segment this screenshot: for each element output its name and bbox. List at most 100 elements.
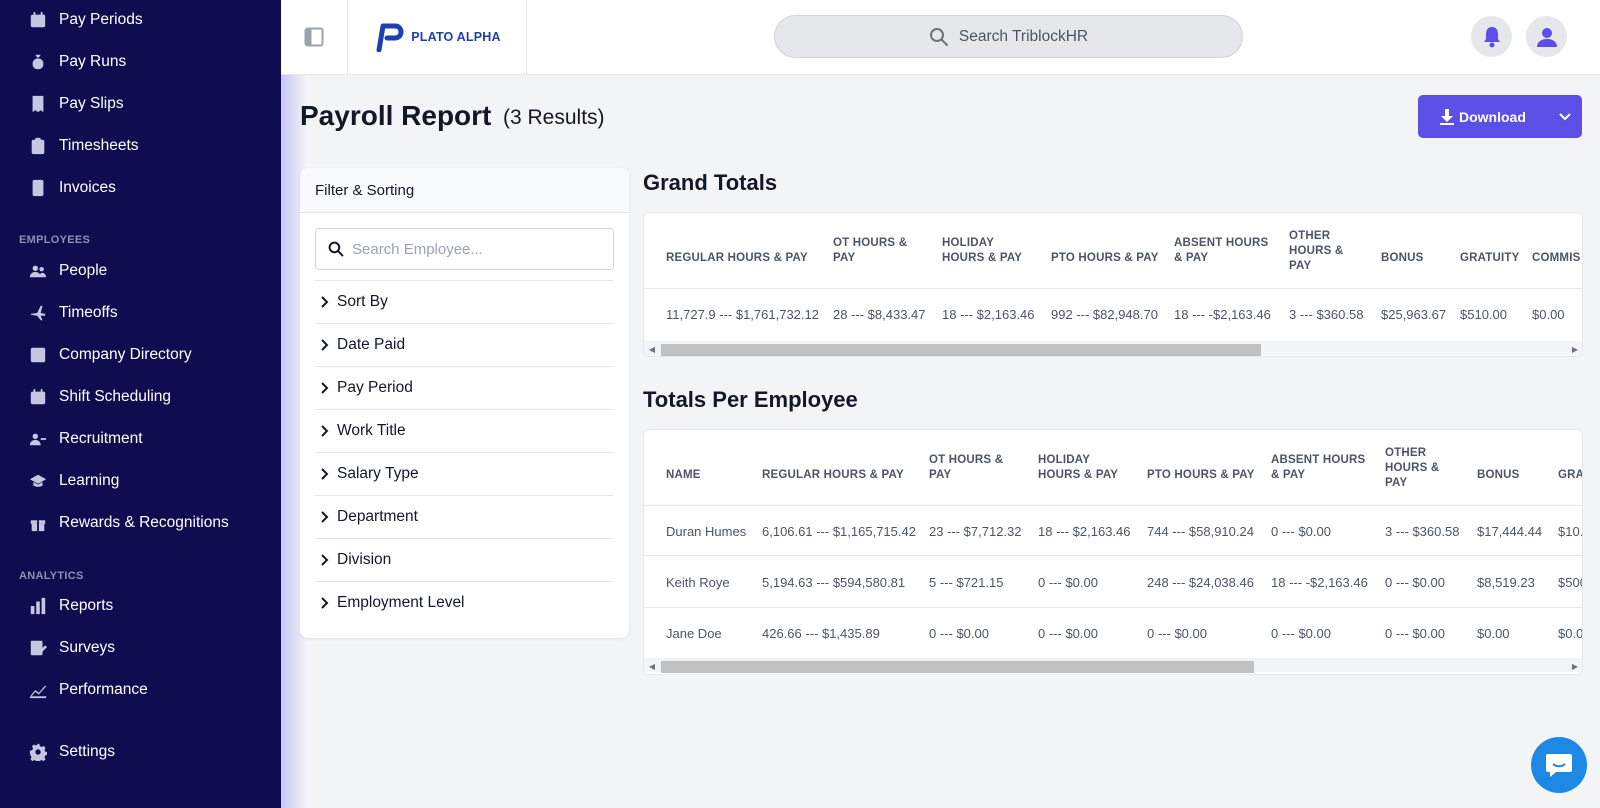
panel-toggle-button[interactable] xyxy=(281,0,348,74)
download-main[interactable]: Download xyxy=(1418,95,1548,138)
horizontal-scrollbar[interactable]: ◀ ▶ xyxy=(644,341,1582,356)
chevron-right-icon xyxy=(321,511,329,523)
sidebar-item-learning[interactable]: Learning xyxy=(0,461,281,501)
sidebar-item-label: Pay Periods xyxy=(59,11,143,28)
user-avatar-button[interactable] xyxy=(1526,16,1567,57)
download-options-button[interactable] xyxy=(1548,95,1582,138)
table-cell: 0 --- $0.00 xyxy=(1385,575,1445,590)
calendar-icon xyxy=(28,10,48,30)
table-cell: 0 --- $0.00 xyxy=(1385,626,1445,641)
chevron-right-icon xyxy=(321,554,329,566)
column-header: OTHER HOURS & PAY xyxy=(1289,230,1344,272)
table-cell: $510.00 xyxy=(1460,307,1507,322)
sidebar-item-label: Recruitment xyxy=(59,430,143,447)
chevron-down-icon xyxy=(1559,112,1571,120)
column-header: GRATUITY xyxy=(1460,252,1520,264)
sidebar-item-surveys[interactable]: Surveys xyxy=(0,628,281,668)
filter-division[interactable]: Division xyxy=(315,538,614,581)
sidebar-item-pay-runs[interactable]: Pay Runs xyxy=(0,42,281,82)
notifications-button[interactable] xyxy=(1471,16,1512,57)
filter-pay-period[interactable]: Pay Period xyxy=(315,366,614,409)
horizontal-scrollbar[interactable]: ◀ ▶ xyxy=(644,658,1582,673)
row-divider xyxy=(644,607,1582,608)
sidebar-item-label: Performance xyxy=(59,681,148,698)
per-employee-table: NAME REGULAR HOURS & PAY OT HOURS & PAY … xyxy=(643,429,1583,675)
scroll-left-arrow[interactable]: ◀ xyxy=(647,660,657,672)
search-icon xyxy=(929,27,948,46)
table-cell: 3 --- $360.58 xyxy=(1385,524,1460,539)
sidebar-item-label: Pay Runs xyxy=(59,53,127,70)
section-analytics: ANALYTICS xyxy=(19,570,84,582)
filter-date-paid[interactable]: Date Paid xyxy=(315,323,614,366)
sidebar-item-shift-scheduling[interactable]: Shift Scheduling xyxy=(0,377,281,417)
scroll-thumb[interactable] xyxy=(661,344,1261,356)
column-header: OTHER HOURS & PAY xyxy=(1385,447,1440,489)
receipt-icon xyxy=(28,94,48,114)
chat-support-button[interactable] xyxy=(1531,737,1587,793)
page-title: Payroll Report xyxy=(300,100,492,131)
table-cell: 0 --- $0.00 xyxy=(929,626,989,641)
table-cell: 426.66 --- $1,435.89 xyxy=(762,626,880,641)
sidebar-item-reports[interactable]: Reports xyxy=(0,586,281,626)
sidebar-item-timesheets[interactable]: Timesheets xyxy=(0,126,281,166)
search-icon xyxy=(328,241,344,257)
table-cell: 11,727.9 --- $1,761,732.12 xyxy=(666,307,819,322)
table-cell: $25,963.67 xyxy=(1381,307,1447,322)
section-employees: EMPLOYEES xyxy=(19,234,91,246)
filter-label: Division xyxy=(337,551,392,568)
download-button[interactable]: Download xyxy=(1418,95,1582,138)
sidebar-item-timeoffs[interactable]: Timeoffs xyxy=(0,293,281,333)
filter-work-title[interactable]: Work Title xyxy=(315,409,614,452)
column-header: PTO HOURS & PAY xyxy=(1147,469,1255,481)
scroll-right-arrow[interactable]: ▶ xyxy=(1570,343,1580,355)
table-cell: $0.00 xyxy=(1532,307,1565,322)
sidebar-item-recruitment[interactable]: Recruitment xyxy=(0,419,281,459)
global-search[interactable]: Search TriblockHR xyxy=(774,15,1243,58)
table-cell: $17,444.44 xyxy=(1477,524,1543,539)
filter-label: Salary Type xyxy=(337,465,419,482)
filter-department[interactable]: Department xyxy=(315,495,614,538)
employee-search-input[interactable] xyxy=(352,240,592,258)
table-cell: 0 --- $0.00 xyxy=(1038,575,1098,590)
filter-sort-by[interactable]: Sort By xyxy=(315,280,614,323)
table-cell: 248 --- $24,038.46 xyxy=(1147,575,1254,590)
table-cell: Jane Doe xyxy=(666,626,722,641)
directory-icon xyxy=(28,345,48,365)
sidebar-item-performance[interactable]: Performance xyxy=(0,670,281,710)
sidebar-item-company-directory[interactable]: Company Directory xyxy=(0,335,281,375)
table-cell: $0.0 xyxy=(1558,626,1583,641)
clipboard-icon xyxy=(28,136,48,156)
scroll-right-arrow[interactable]: ▶ xyxy=(1570,660,1580,672)
sidebar-item-settings[interactable]: Settings xyxy=(0,732,281,772)
chevron-right-icon xyxy=(321,382,329,394)
sidebar-item-people[interactable]: People xyxy=(0,251,281,291)
survey-icon xyxy=(28,638,48,658)
column-header: COMMIS xyxy=(1532,252,1581,264)
logo[interactable]: PLATO ALPHA xyxy=(348,0,527,74)
recruit-icon xyxy=(28,429,48,449)
sidebar-item-pay-slips[interactable]: Pay Slips xyxy=(0,84,281,124)
sidebar-item-pay-periods[interactable]: Pay Periods xyxy=(0,0,281,40)
users-icon xyxy=(28,261,48,281)
sidebar-item-rewards[interactable]: Rewards & Recognitions xyxy=(0,503,281,543)
plato-logo-icon xyxy=(376,23,404,52)
table-cell: 6,106.61 --- $1,165,715.42 xyxy=(762,524,916,539)
bar-chart-icon xyxy=(28,596,48,616)
money-bag-icon xyxy=(28,52,48,72)
filter-label: Employment Level xyxy=(337,594,465,611)
row-divider xyxy=(644,555,1582,556)
column-header: REGULAR HOURS & PAY xyxy=(762,469,904,481)
filter-employment-level[interactable]: Employment Level xyxy=(315,581,614,624)
table-cell: 28 --- $8,433.47 xyxy=(833,307,926,322)
logo-text: PLATO ALPHA xyxy=(411,30,501,44)
table-cell: 0 --- $0.00 xyxy=(1271,524,1331,539)
scroll-thumb[interactable] xyxy=(661,661,1254,673)
filter-salary-type[interactable]: Salary Type xyxy=(315,452,614,495)
sidebar-item-invoices[interactable]: Invoices xyxy=(0,168,281,208)
filter-label: Pay Period xyxy=(337,379,413,396)
download-icon xyxy=(1440,108,1454,125)
sidebar-item-label: Company Directory xyxy=(59,346,192,363)
scroll-left-arrow[interactable]: ◀ xyxy=(647,343,657,355)
employee-search-field[interactable] xyxy=(315,228,614,270)
column-header: OT HOURS & PAY xyxy=(929,454,1004,481)
